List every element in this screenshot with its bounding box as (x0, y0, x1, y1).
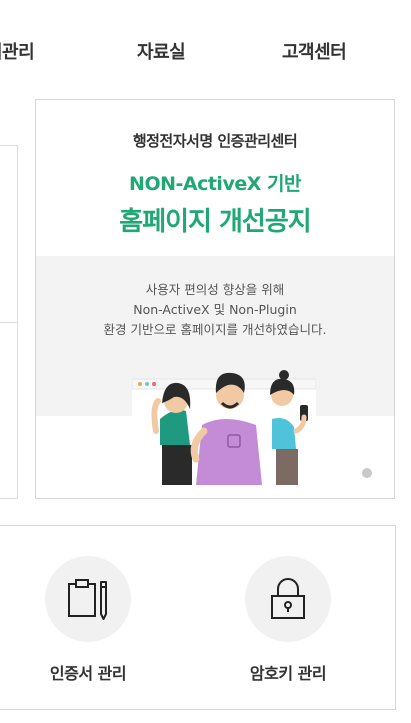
left-panel-fragment-top (0, 145, 18, 323)
nav-item-resources[interactable]: 자료실 (137, 38, 186, 64)
key-management-button[interactable]: 암호키 관리 (208, 556, 368, 684)
cert-management-button[interactable]: 인증서 관리 (8, 556, 168, 684)
quick-menu-panel: 인증서 관리 암호키 관리 (0, 525, 396, 710)
nav-item-customer-center[interactable]: 고객센터 (282, 38, 347, 64)
notice-desc-line3: 환경 기반으로 홈페이지를 개선하였습니다. (103, 322, 327, 337)
notice-subtitle: 행정전자서명 인증관리센터 (132, 132, 298, 150)
clipboard-pen-icon (68, 579, 107, 620)
left-panel-fragment-bottom (0, 322, 18, 499)
notice-title-line2: 홈페이지 개선공지 (119, 207, 311, 237)
carousel-indicator-dot[interactable] (362, 468, 372, 478)
cert-management-icon-circle (45, 556, 131, 642)
key-management-icon-circle (245, 556, 331, 642)
notice-title-line1: NON-ActiveX 기반 (129, 173, 301, 195)
key-management-label: 암호키 관리 (249, 664, 327, 683)
padlock-icon (271, 578, 305, 619)
notice-banner[interactable]: 행정전자서명 인증관리센터 NON-ActiveX 기반 홈페이지 개선공지 사… (35, 99, 395, 499)
nav-item-cert-management[interactable]: 서관리 (0, 38, 35, 64)
top-navigation: 서관리 자료실 고객센터 (0, 0, 411, 98)
notice-desc-line2: Non-ActiveX 및 Non-Plugin (133, 302, 297, 317)
notice-desc-line1: 사용자 편의성 향상을 위해 (145, 282, 285, 297)
cert-management-label: 인증서 관리 (49, 664, 127, 683)
people-illustration (132, 370, 316, 485)
